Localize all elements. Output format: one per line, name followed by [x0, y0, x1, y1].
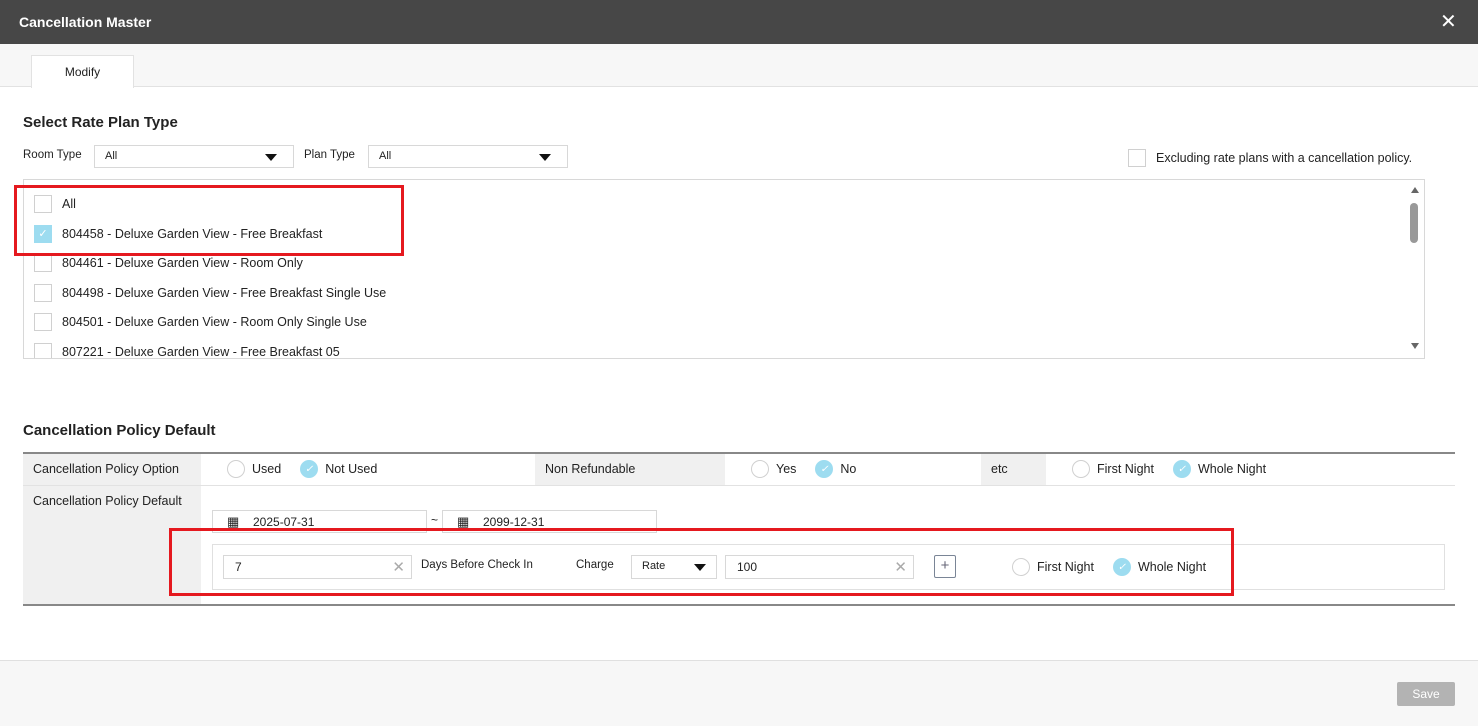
- chevron-down-icon: [539, 154, 551, 161]
- list-item[interactable]: 804501 - Deluxe Garden View - Room Only …: [34, 312, 367, 332]
- scrollbar[interactable]: [1408, 180, 1422, 358]
- checkbox[interactable]: [34, 254, 52, 272]
- checkbox[interactable]: [34, 343, 52, 358]
- etc-label: etc: [981, 454, 1046, 485]
- plan-type-select[interactable]: All: [368, 145, 568, 168]
- list-item-label: 807221 - Deluxe Garden View - Free Break…: [62, 345, 340, 359]
- radio-whole-night[interactable]: ✓: [1172, 460, 1191, 478]
- save-button[interactable]: Save: [1397, 682, 1455, 706]
- plan-type-label: Plan Type: [304, 149, 355, 161]
- option-radio-group: Used ✓ Not Used: [227, 460, 377, 478]
- radio-label: Not Used: [325, 462, 378, 476]
- radio-label: Whole Night: [1197, 462, 1267, 476]
- radio-yes[interactable]: [751, 460, 769, 478]
- list-item[interactable]: 807221 - Deluxe Garden View - Free Break…: [34, 342, 340, 359]
- list-item-label: 804498 - Deluxe Garden View - Free Break…: [62, 286, 387, 300]
- radio-not-used[interactable]: ✓: [300, 460, 319, 478]
- non-refundable-label: Non Refundable: [535, 454, 725, 485]
- radio-label: No: [840, 462, 857, 476]
- tab-modify[interactable]: Modify: [31, 55, 134, 88]
- non-refundable-radio-group: Yes ✓ No: [751, 460, 856, 478]
- chevron-down-icon: [265, 154, 277, 161]
- window-title: Cancellation Master: [19, 14, 152, 30]
- scroll-up-icon[interactable]: [1411, 187, 1419, 193]
- radio-label: First Night: [1097, 462, 1154, 476]
- radio-used[interactable]: [227, 460, 245, 478]
- etc-radio-group: First Night ✓ Whole Night: [1072, 460, 1266, 478]
- exclude-label: Excluding rate plans with a cancellation…: [1156, 151, 1413, 165]
- room-type-value: All: [105, 150, 118, 162]
- list-item[interactable]: 804498 - Deluxe Garden View - Free Break…: [34, 283, 386, 303]
- footer: Save: [0, 660, 1478, 726]
- tab-bar: Modify: [0, 44, 1478, 88]
- highlight-box: [14, 185, 404, 256]
- scroll-thumb[interactable]: [1410, 203, 1418, 243]
- option-label: Cancellation Policy Option: [23, 454, 201, 485]
- radio-no[interactable]: ✓: [815, 460, 834, 478]
- list-item[interactable]: 804461 - Deluxe Garden View - Room Only: [34, 253, 303, 273]
- plan-type-value: All: [379, 150, 392, 162]
- date-to-value: 2099-12-31: [483, 515, 545, 529]
- checkbox[interactable]: [34, 284, 52, 302]
- list-item-label: 804501 - Deluxe Garden View - Room Only …: [62, 315, 367, 329]
- date-separator: ~: [431, 513, 439, 527]
- section-title-policy: Cancellation Policy Default: [23, 422, 216, 439]
- checkbox[interactable]: [34, 313, 52, 331]
- list-item-label: 804461 - Deluxe Garden View - Room Only: [62, 256, 303, 270]
- highlight-box: [169, 528, 1234, 596]
- room-type-select[interactable]: All: [94, 145, 294, 168]
- title-bar: Cancellation Master ✕: [0, 0, 1478, 44]
- radio-label: Used: [252, 462, 282, 476]
- close-icon[interactable]: ✕: [1440, 9, 1457, 34]
- radio-first-night[interactable]: [1072, 460, 1090, 478]
- scroll-down-icon[interactable]: [1411, 343, 1419, 349]
- date-from-value: 2025-07-31: [253, 515, 315, 529]
- radio-label: Yes: [776, 462, 797, 476]
- section-title-rate-plan: Select Rate Plan Type: [23, 114, 178, 131]
- exclude-checkbox[interactable]: [1128, 149, 1146, 167]
- room-type-label: Room Type: [23, 149, 82, 161]
